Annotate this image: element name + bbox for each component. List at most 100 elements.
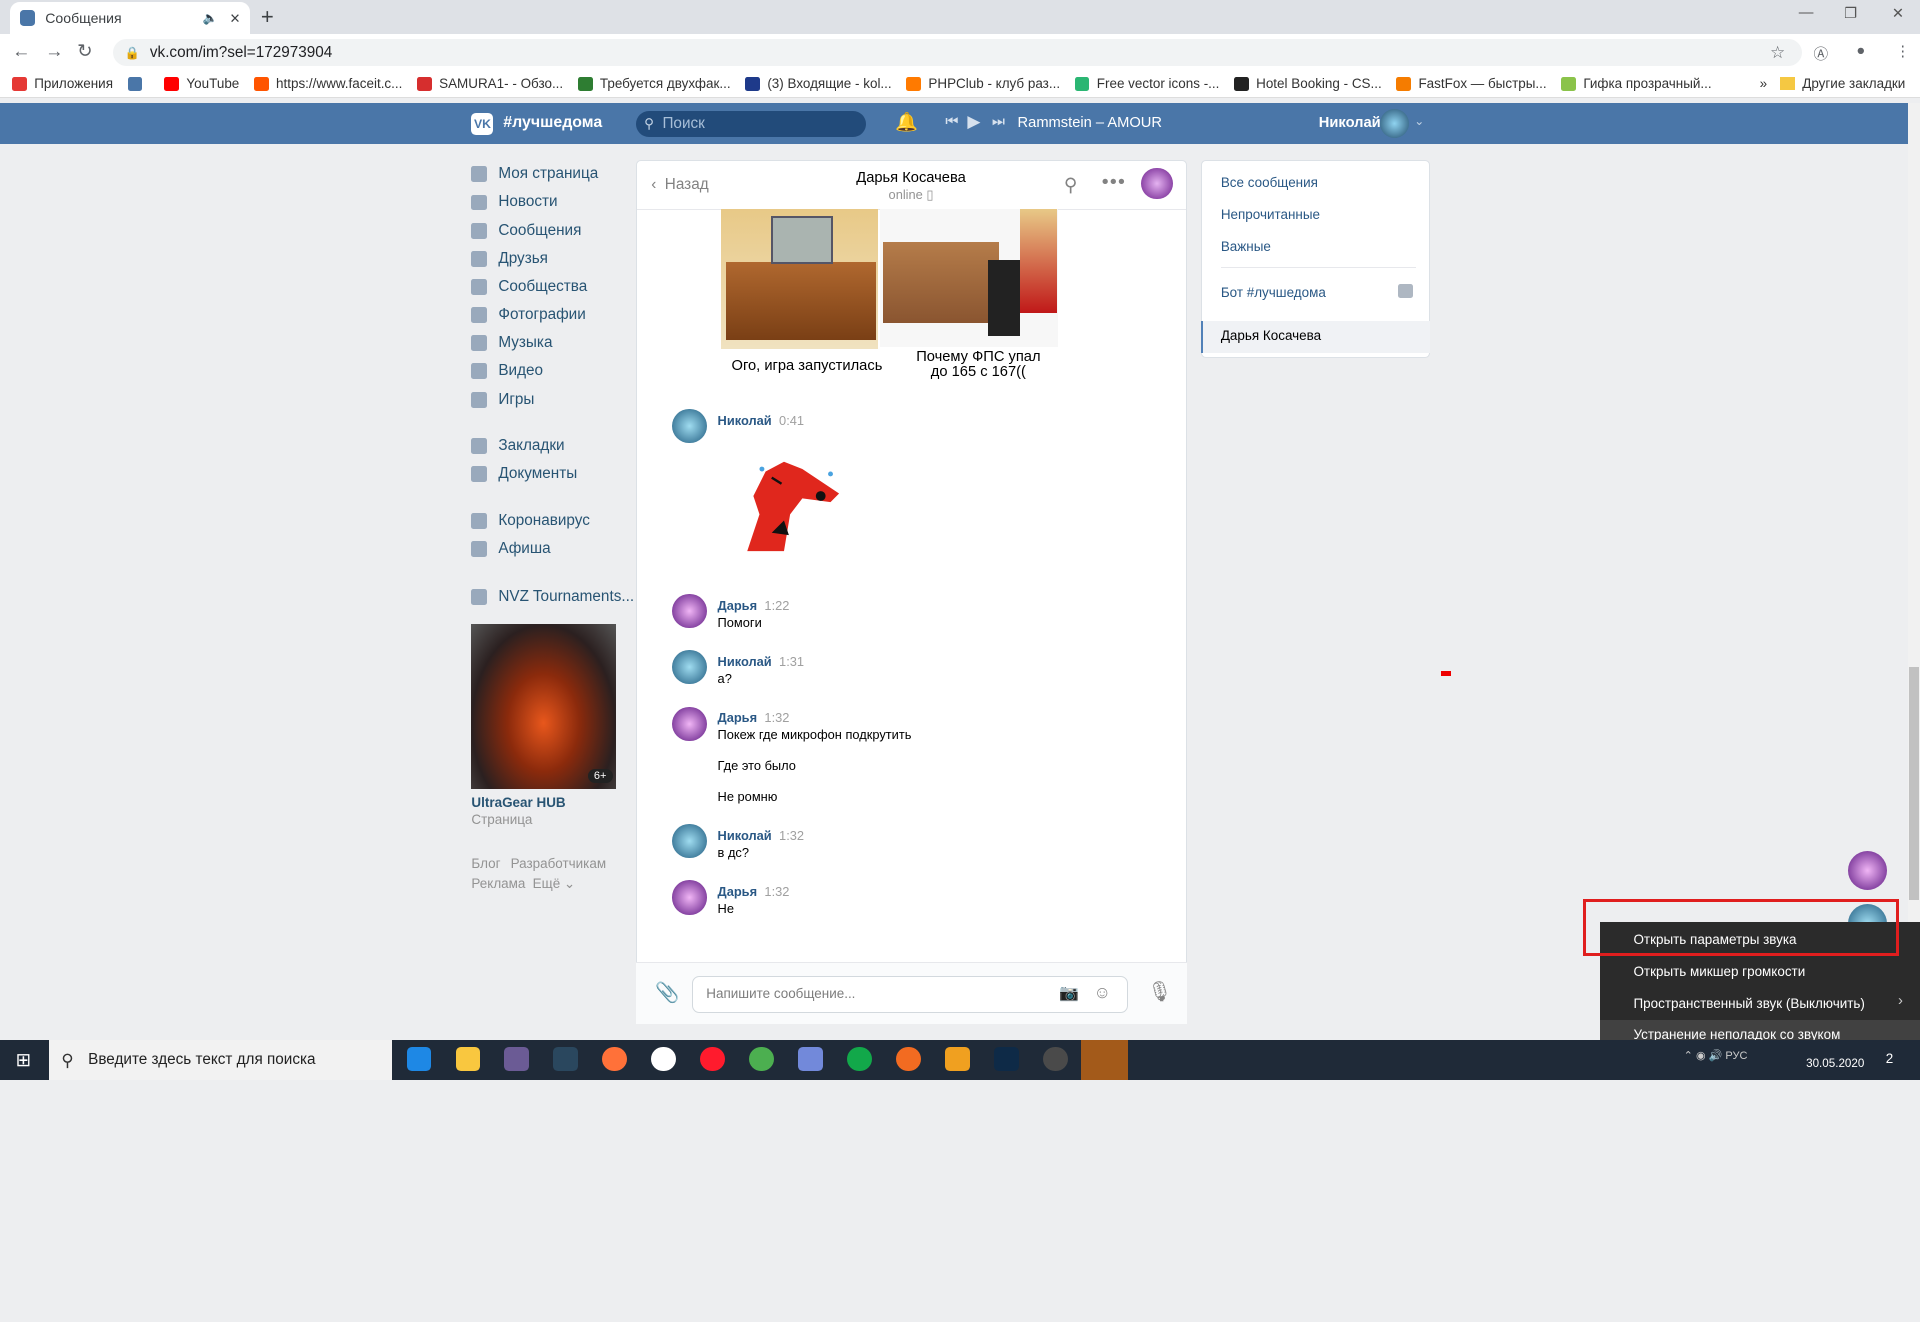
speaker-icon[interactable]: 🔈 <box>203 11 218 25</box>
menu-item[interactable]: Игры <box>471 391 534 409</box>
footer-more[interactable]: Ещё ⌄ <box>533 876 576 892</box>
menu-item[interactable]: Видео <box>471 362 543 380</box>
menu-item[interactable]: Друзья <box>471 250 548 268</box>
menu-item[interactable]: NVZ Tournaments... <box>471 588 634 606</box>
bookmark-item[interactable] <box>127 76 150 92</box>
filter-important[interactable]: Важные <box>1221 239 1271 254</box>
menu-item[interactable]: Новости <box>471 193 558 211</box>
chevron-down-icon[interactable]: ⌄ <box>1414 114 1424 128</box>
minimize-icon[interactable]: — <box>1799 5 1814 21</box>
sublime-icon[interactable] <box>945 1046 970 1072</box>
message-avatar[interactable] <box>672 650 707 685</box>
group-cover-image[interactable] <box>471 624 616 789</box>
menu-item-spatial-sound[interactable]: Пространственный звук (Выключить) <box>1633 996 1864 1011</box>
paperclip-icon[interactable]: 📎 <box>655 981 679 1005</box>
prev-track-icon[interactable]: ⏮ <box>945 114 958 130</box>
message-author[interactable]: Дарья 1:32 <box>718 884 790 899</box>
user-avatar[interactable] <box>1380 108 1410 139</box>
message-avatar[interactable] <box>672 706 707 741</box>
edge-icon[interactable] <box>406 1046 432 1072</box>
s-app-icon[interactable] <box>847 1046 872 1072</box>
yandex-icon[interactable] <box>651 1046 676 1072</box>
bookmark-item[interactable]: SAMURA1- - Обзо... <box>417 76 563 91</box>
steam-icon[interactable] <box>553 1046 578 1072</box>
menu-item[interactable]: Афиша <box>471 540 551 558</box>
menu-item[interactable]: Сообщения <box>471 222 581 240</box>
user-name[interactable]: Николай <box>1319 115 1381 131</box>
back-arrow-icon[interactable]: ← <box>12 40 30 62</box>
game-app-icon[interactable] <box>1043 1046 1068 1072</box>
next-track-icon[interactable]: ⏭ <box>992 114 1005 130</box>
windows-start-icon[interactable]: ⊞ <box>0 1040 47 1080</box>
message-author[interactable]: Дарья 1:22 <box>718 598 790 613</box>
bookmark-item[interactable]: Приложения <box>12 76 113 91</box>
more-dots-icon[interactable]: ••• <box>1102 171 1126 194</box>
bookmarks-overflow-icon[interactable]: » <box>1760 76 1767 91</box>
now-playing-track[interactable]: Rammstein – AMOUR <box>1018 115 1162 131</box>
floating-chat-avatar[interactable] <box>1847 851 1887 891</box>
file-explorer-icon[interactable] <box>455 1046 480 1072</box>
menu-item[interactable]: Музыка <box>471 334 552 352</box>
message-avatar[interactable] <box>672 408 707 444</box>
message-author[interactable]: Николай 1:31 <box>718 654 805 669</box>
close-window-icon[interactable]: ✕ <box>1892 5 1904 22</box>
bookmark-item[interactable]: https://www.faceit.c... <box>253 76 402 91</box>
community-name[interactable]: #лучшедома <box>503 114 602 132</box>
message-author[interactable]: Дарья 1:32 <box>718 710 790 725</box>
footer-developers[interactable]: Разработчикам <box>511 856 606 871</box>
bookmark-item[interactable]: Free vector icons -... <box>1074 76 1219 91</box>
menu-item[interactable]: Фотографии <box>471 306 586 324</box>
menu-item[interactable]: Документы <box>471 465 577 483</box>
filter-all-messages[interactable]: Все сообщения <box>1221 175 1318 190</box>
message-author[interactable]: Николай 0:41 <box>718 413 805 428</box>
close-tab-icon[interactable]: × <box>230 8 240 29</box>
contact-avatar[interactable] <box>1140 167 1173 200</box>
bookmark-item[interactable]: (3) Входящие - kol... <box>745 76 892 91</box>
search-icon[interactable]: ⚲ <box>1064 174 1077 196</box>
bookmark-item[interactable]: YouTube <box>164 76 239 91</box>
browser-tab[interactable]: Сообщения 🔈 × <box>9 2 250 35</box>
microphone-icon[interactable]: 🎙 <box>1147 980 1172 1004</box>
star-icon[interactable]: ☆ <box>1770 42 1785 63</box>
play-icon[interactable]: ▶ <box>967 111 980 132</box>
menu-item[interactable]: Сообщества <box>471 278 587 296</box>
other-bookmarks[interactable]: Другие закладки <box>1780 76 1905 91</box>
new-tab-button[interactable]: + <box>261 4 274 30</box>
filter-unread[interactable]: Непрочитанные <box>1221 207 1320 222</box>
chrome-icon[interactable] <box>749 1046 774 1072</box>
si-game-icon[interactable] <box>994 1046 1019 1072</box>
reload-icon[interactable]: ↻ <box>77 40 92 62</box>
bell-icon[interactable]: 🔔 <box>895 111 918 133</box>
bookmark-item[interactable]: Гифка прозрачный... <box>1561 76 1712 91</box>
message-avatar[interactable] <box>672 593 707 629</box>
menu-item[interactable]: Коронавирус <box>471 512 590 530</box>
extension-icon[interactable]: Ⓐ <box>1813 43 1828 64</box>
footer-blog[interactable]: Блог <box>471 856 500 871</box>
active-app-icon[interactable] <box>1081 1039 1128 1080</box>
origin-icon[interactable] <box>896 1046 921 1072</box>
opera-icon[interactable] <box>700 1046 725 1072</box>
message-author[interactable]: Николай 1:32 <box>718 828 805 843</box>
discord-icon[interactable] <box>798 1046 823 1072</box>
scrollbar-thumb[interactable] <box>1908 667 1919 900</box>
shield-app-icon[interactable] <box>504 1046 529 1072</box>
menu-dots-icon[interactable]: ⋮ <box>1896 43 1911 60</box>
bookmark-item[interactable]: PHPClub - клуб раз... <box>906 76 1060 91</box>
firefox-icon[interactable] <box>602 1046 627 1072</box>
vk-logo-icon[interactable]: VK <box>471 112 494 135</box>
bookmark-item[interactable]: Требуется двухфак... <box>577 76 731 91</box>
tray-icons[interactable]: ⌃ ◉ 🔊 РУС <box>1684 1049 1748 1062</box>
footer-ads[interactable]: Реклама <box>471 876 525 891</box>
bookmark-item[interactable]: Hotel Booking - CS... <box>1234 76 1382 91</box>
notification-count[interactable]: 2 <box>1886 1051 1893 1066</box>
menu-item[interactable]: Закладки <box>471 437 565 455</box>
menu-item[interactable]: Моя страница <box>471 165 598 183</box>
maximize-icon[interactable]: ❐ <box>1844 5 1857 22</box>
message-avatar[interactable] <box>672 880 707 915</box>
taskbar-date[interactable]: 30.05.2020 <box>1806 1057 1864 1070</box>
scrollbar[interactable] <box>1907 102 1920 1041</box>
filter-bot[interactable]: Бот #лучшедома <box>1221 285 1326 300</box>
camera-icon[interactable]: 📷 <box>1059 983 1079 1003</box>
address-bar[interactable]: 🔒 vk.com/im?sel=172973904 ☆ <box>112 39 1803 67</box>
forward-arrow-icon[interactable]: → <box>45 40 63 62</box>
